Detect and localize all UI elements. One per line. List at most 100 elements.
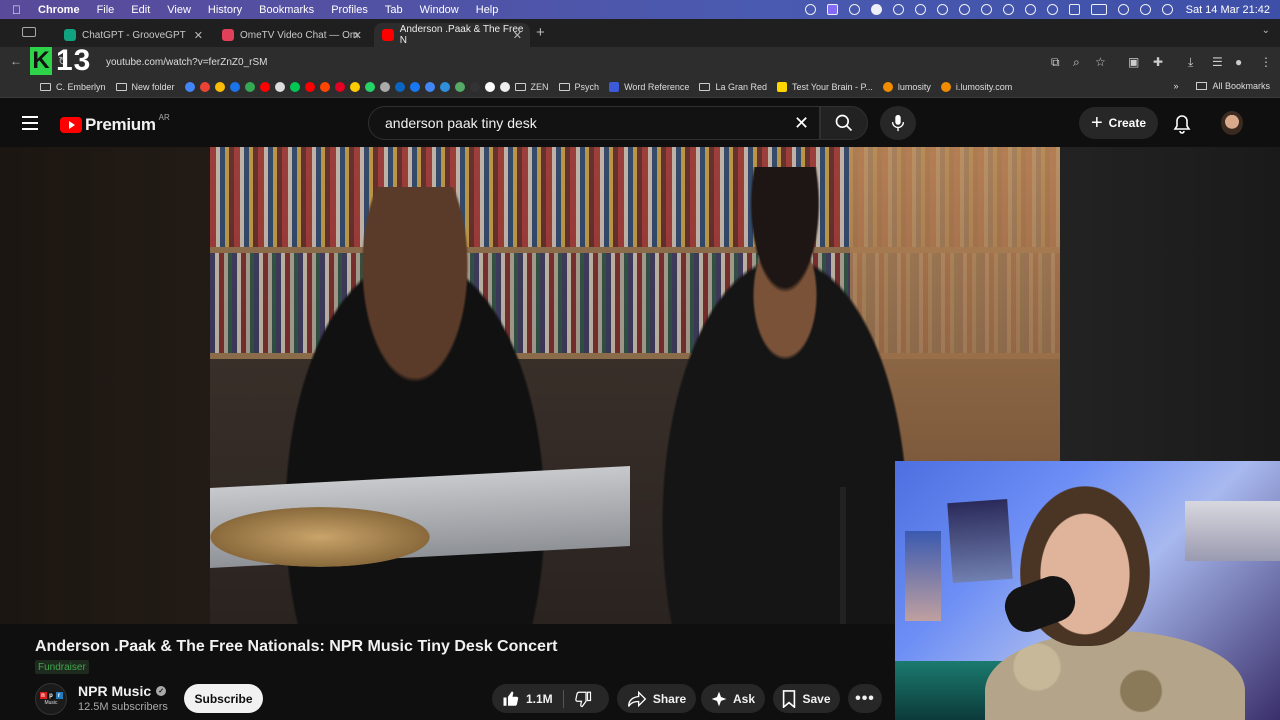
extension-icon[interactable]: ▣ bbox=[1128, 55, 1139, 69]
share-button[interactable]: Share bbox=[617, 684, 696, 713]
menu-clock[interactable]: Sat 14 Mar 21:42 bbox=[1186, 4, 1270, 16]
status-icon[interactable] bbox=[914, 4, 926, 15]
volume-icon[interactable] bbox=[1046, 4, 1058, 15]
tab-search-icon[interactable] bbox=[22, 27, 36, 37]
bookmark-icon[interactable] bbox=[334, 81, 345, 92]
menu-window[interactable]: Window bbox=[420, 4, 459, 16]
bookmark-site[interactable]: Test Your Brain - P... bbox=[776, 81, 873, 92]
gmail-icon[interactable] bbox=[199, 81, 210, 92]
bookmark-icon[interactable] bbox=[379, 81, 390, 92]
google-icon[interactable] bbox=[184, 81, 195, 92]
reddit-icon[interactable] bbox=[319, 81, 330, 92]
reading-list-icon[interactable]: ☰ bbox=[1212, 55, 1223, 69]
menu-view[interactable]: View bbox=[167, 4, 191, 16]
status-icon[interactable] bbox=[870, 4, 882, 15]
wikipedia-icon[interactable] bbox=[499, 81, 510, 92]
all-bookmarks[interactable]: » All Bookmarks bbox=[1173, 81, 1270, 91]
bookmark-icon[interactable] bbox=[394, 81, 405, 92]
youtube-premium-logo[interactable]: Premium AR bbox=[60, 113, 170, 135]
bookmark-icon[interactable] bbox=[469, 81, 480, 92]
extensions-puzzle-icon[interactable]: ✚ bbox=[1153, 55, 1163, 69]
notifications-bell-icon[interactable] bbox=[1173, 114, 1191, 134]
status-icon[interactable] bbox=[1002, 4, 1014, 15]
bookmark-folder[interactable]: Psych bbox=[558, 82, 599, 92]
bookmark-icon[interactable] bbox=[439, 81, 450, 92]
subscribe-button[interactable]: Subscribe bbox=[184, 684, 263, 713]
fundraiser-badge[interactable]: Fundraiser bbox=[35, 660, 89, 674]
status-icon[interactable] bbox=[804, 4, 816, 15]
bookmark-star-icon[interactable]: ☆ bbox=[1095, 55, 1106, 69]
bookmark-icon[interactable] bbox=[304, 81, 315, 92]
control-center-icon[interactable] bbox=[1161, 4, 1173, 15]
search-button[interactable] bbox=[820, 106, 868, 140]
back-arrow-icon[interactable]: ← bbox=[10, 54, 22, 68]
bookmark-site[interactable]: lumosity bbox=[882, 81, 931, 92]
voice-search-button[interactable] bbox=[880, 106, 916, 140]
more-bookmarks-chevron-icon[interactable]: » bbox=[1173, 81, 1178, 91]
keyboard-icon[interactable] bbox=[1068, 4, 1080, 15]
menu-profiles[interactable]: Profiles bbox=[331, 4, 368, 16]
install-app-icon[interactable]: ⧉ bbox=[1051, 55, 1060, 70]
chrome-menu-icon[interactable]: ⋮ bbox=[1260, 55, 1272, 69]
menu-edit[interactable]: Edit bbox=[131, 4, 150, 16]
create-button[interactable]: + Create bbox=[1079, 107, 1158, 139]
menu-history[interactable]: History bbox=[208, 4, 242, 16]
bookmark-icon[interactable] bbox=[289, 81, 300, 92]
apple-menu-icon[interactable]:  bbox=[12, 3, 28, 17]
status-icon[interactable] bbox=[892, 4, 904, 15]
menu-help[interactable]: Help bbox=[476, 4, 499, 16]
drive-icon[interactable] bbox=[214, 81, 225, 92]
download-icon[interactable]: ⤓ bbox=[1188, 55, 1193, 70]
bookmark-icon[interactable] bbox=[424, 81, 435, 92]
address-bar[interactable]: youtube.com/watch?v=ferZnZ0_rSM bbox=[80, 51, 1120, 73]
tab-list-chevron-icon[interactable]: ⌄ bbox=[1262, 25, 1270, 36]
bookmark-folder[interactable]: C. Emberlyn bbox=[40, 82, 106, 92]
bookmark-folder[interactable]: New folder bbox=[115, 82, 175, 92]
menu-tab[interactable]: Tab bbox=[385, 4, 403, 16]
channel-name[interactable]: NPR Music ✓ bbox=[78, 683, 167, 699]
dislike-button[interactable] bbox=[564, 684, 602, 713]
status-icon[interactable] bbox=[958, 4, 970, 15]
bookmark-icon[interactable] bbox=[484, 81, 495, 92]
bookmark-site[interactable]: i.lumosity.com bbox=[940, 81, 1012, 92]
bookmark-icon[interactable] bbox=[229, 81, 240, 92]
bookmark-folder[interactable]: La Gran Red bbox=[699, 82, 767, 92]
youtube-icon[interactable] bbox=[259, 81, 270, 92]
tab-ometv[interactable]: OmeTV Video Chat — Om ✕ bbox=[214, 23, 370, 47]
status-icon[interactable] bbox=[848, 4, 860, 15]
status-icon[interactable] bbox=[980, 4, 992, 15]
save-button[interactable]: Save bbox=[773, 684, 840, 713]
zoom-icon[interactable]: ⌕ bbox=[1073, 55, 1080, 70]
menu-file[interactable]: File bbox=[97, 4, 115, 16]
close-tab-icon[interactable]: ✕ bbox=[513, 29, 522, 42]
new-tab-button[interactable]: + bbox=[536, 24, 545, 41]
search-input[interactable]: anderson paak tiny desk bbox=[368, 106, 820, 140]
status-icon[interactable] bbox=[936, 4, 948, 15]
facebook-icon[interactable] bbox=[409, 81, 420, 92]
user-avatar[interactable] bbox=[1221, 111, 1243, 135]
bookmark-icon[interactable] bbox=[349, 81, 360, 92]
channel-avatar[interactable]: n p r Music bbox=[35, 683, 67, 715]
battery-icon[interactable] bbox=[1090, 4, 1107, 15]
more-actions-button[interactable]: ••• bbox=[848, 684, 882, 713]
search-icon[interactable] bbox=[1139, 4, 1151, 15]
bookmark-folder[interactable]: ZEN bbox=[514, 82, 549, 92]
close-tab-icon[interactable]: ✕ bbox=[194, 29, 203, 42]
hamburger-menu-icon[interactable] bbox=[22, 116, 38, 134]
wifi-icon[interactable] bbox=[1117, 4, 1129, 15]
bookmark-icon[interactable] bbox=[364, 81, 375, 92]
screen-record-icon[interactable] bbox=[826, 4, 838, 15]
bookmark-site[interactable]: Word Reference bbox=[609, 81, 689, 92]
bookmark-icon[interactable] bbox=[454, 81, 465, 92]
tab-youtube-active[interactable]: Anderson .Paak & The Free N ✕ bbox=[374, 23, 530, 47]
menu-app-name[interactable]: Chrome bbox=[38, 4, 80, 16]
ask-button[interactable]: Ask bbox=[701, 684, 765, 713]
like-button[interactable]: 1.1M bbox=[492, 684, 563, 713]
close-tab-icon[interactable]: ✕ bbox=[353, 29, 362, 42]
menu-bookmarks[interactable]: Bookmarks bbox=[259, 4, 314, 16]
bluetooth-icon[interactable] bbox=[1024, 4, 1036, 15]
bookmark-icon[interactable] bbox=[274, 81, 285, 92]
maps-icon[interactable] bbox=[244, 81, 255, 92]
clear-search-icon[interactable]: ✕ bbox=[794, 113, 809, 134]
profile-icon[interactable]: ● bbox=[1235, 55, 1242, 69]
